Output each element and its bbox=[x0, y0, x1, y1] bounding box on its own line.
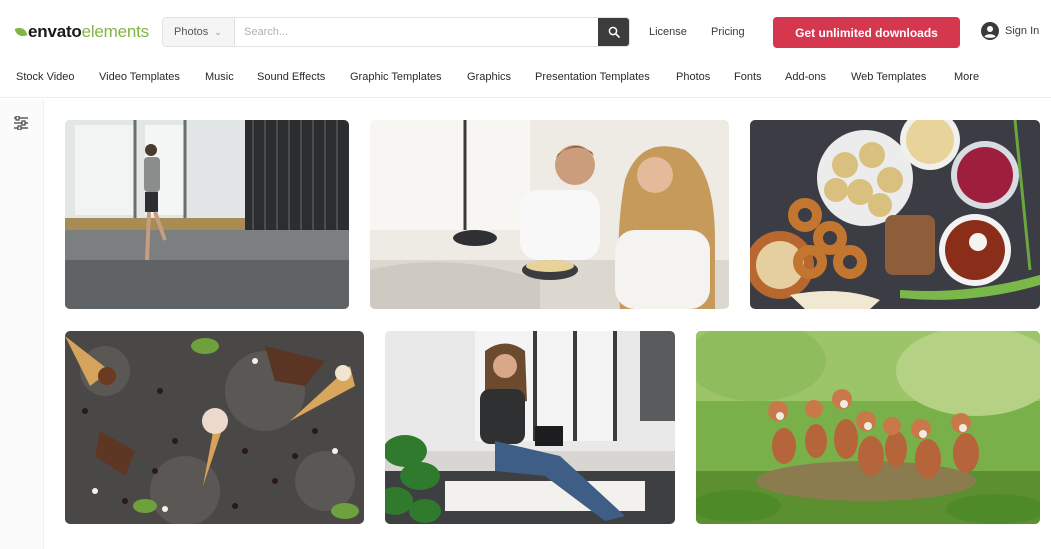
food-spread-photo bbox=[750, 120, 1040, 309]
category-graphic-templates[interactable]: Graphic Templates bbox=[350, 71, 442, 83]
search-button[interactable] bbox=[598, 18, 629, 46]
man-stretching-gym-photo bbox=[65, 120, 349, 309]
get-unlimited-downloads-button[interactable]: Get unlimited downloads bbox=[773, 17, 960, 48]
search-category-label: Photos bbox=[174, 26, 209, 38]
top-header: envatoelements Photos ⌄ License Pricing … bbox=[0, 0, 1051, 64]
photo-tile-fox-cubs[interactable] bbox=[696, 331, 1040, 524]
filter-toggle-button[interactable] bbox=[13, 115, 29, 131]
logo-wordmark: envatoelements bbox=[28, 22, 149, 42]
photo-tile-woman-reading[interactable] bbox=[385, 331, 675, 524]
category-presentation-templates[interactable]: Presentation Templates bbox=[535, 71, 650, 83]
category-web-templates[interactable]: Web Templates bbox=[851, 71, 926, 83]
license-link[interactable]: License bbox=[649, 26, 687, 38]
photo-tile-couple-in-bed[interactable] bbox=[370, 120, 729, 309]
filter-sidebar bbox=[0, 99, 44, 549]
search-icon bbox=[608, 26, 620, 38]
photo-tile-ice-cream-cones[interactable] bbox=[65, 331, 364, 524]
photo-tile-food-spread[interactable] bbox=[750, 120, 1040, 309]
category-sound-effects[interactable]: Sound Effects bbox=[257, 71, 325, 83]
category-fonts[interactable]: Fonts bbox=[734, 71, 762, 83]
chevron-down-icon: ⌄ bbox=[214, 26, 222, 37]
sign-in-label: Sign In bbox=[1005, 25, 1040, 37]
pricing-link[interactable]: Pricing bbox=[711, 26, 745, 38]
search-bar: Photos ⌄ bbox=[162, 17, 630, 47]
category-nav: Stock Video Video Templates Music Sound … bbox=[0, 64, 1051, 98]
category-music[interactable]: Music bbox=[205, 71, 234, 83]
photo-tile-man-stretching-gym[interactable] bbox=[65, 120, 349, 309]
user-circle-icon bbox=[981, 22, 999, 40]
category-graphics[interactable]: Graphics bbox=[467, 71, 511, 83]
category-video-templates[interactable]: Video Templates bbox=[99, 71, 180, 83]
envato-elements-logo[interactable]: envatoelements bbox=[14, 21, 149, 43]
category-photos[interactable]: Photos bbox=[676, 71, 710, 83]
category-more[interactable]: More bbox=[954, 71, 979, 83]
category-stock-video[interactable]: Stock Video bbox=[16, 71, 75, 83]
logo-suffix: elements bbox=[81, 22, 150, 41]
search-category-select[interactable]: Photos ⌄ bbox=[163, 18, 235, 46]
logo-prefix: envato bbox=[28, 22, 82, 41]
fox-cubs-photo bbox=[696, 331, 1040, 524]
sign-in-button[interactable]: Sign In bbox=[981, 22, 1039, 40]
category-add-ons[interactable]: Add-ons bbox=[785, 71, 826, 83]
leaf-icon bbox=[14, 25, 28, 39]
sliders-icon bbox=[14, 115, 28, 131]
search-input[interactable] bbox=[235, 18, 598, 46]
couple-in-bed-photo bbox=[370, 120, 729, 309]
ice-cream-cones-photo bbox=[65, 331, 364, 524]
woman-reading-photo bbox=[385, 331, 675, 524]
